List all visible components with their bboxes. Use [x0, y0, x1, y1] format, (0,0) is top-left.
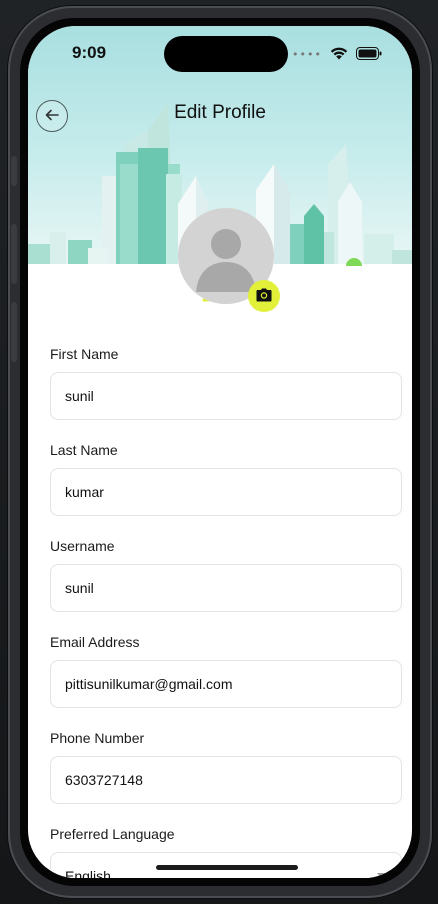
volume-up-button: [11, 224, 17, 284]
phone-bezel: 9:09 •••• Edit Profile First Name sunil …: [20, 18, 420, 886]
first-name-field: First Name sunil: [50, 346, 402, 420]
home-indicator[interactable]: [156, 865, 298, 870]
phone-frame: 9:09 •••• Edit Profile First Name sunil …: [8, 6, 432, 898]
phone-label: Phone Number: [50, 730, 145, 746]
first-name-value: sunil: [65, 388, 94, 404]
username-input[interactable]: sunil: [50, 564, 402, 612]
last-name-value: kumar: [65, 484, 104, 500]
phone-field: Phone Number 6303727148: [50, 730, 402, 804]
username-field: Username sunil: [50, 538, 402, 612]
dynamic-island: [164, 36, 288, 72]
username-value: sunil: [65, 580, 94, 596]
first-name-input[interactable]: sunil: [50, 372, 402, 420]
language-label: Preferred Language: [50, 826, 175, 842]
language-field: Preferred Language English: [50, 826, 402, 878]
profile-avatar-section[interactable]: [176, 206, 286, 316]
camera-icon: [256, 287, 272, 306]
page-title: Edit Profile: [174, 102, 266, 123]
app-screen: 9:09 •••• Edit Profile First Name sunil …: [28, 26, 412, 878]
battery-icon: [356, 45, 382, 64]
last-name-input[interactable]: kumar: [50, 468, 402, 516]
email-input[interactable]: pittisunilkumar@gmail.com: [50, 660, 402, 708]
status-time: 9:09: [72, 43, 107, 62]
email-field: Email Address pittisunilkumar@gmail.com: [50, 634, 402, 708]
phone-input[interactable]: 6303727148: [50, 756, 402, 804]
signal-dots: ••••: [292, 48, 322, 61]
language-value: English: [65, 868, 111, 878]
username-label: Username: [50, 538, 115, 554]
wifi-icon: [330, 45, 348, 64]
email-value: pittisunilkumar@gmail.com: [65, 676, 233, 692]
chevron-down-icon: [377, 873, 387, 878]
change-photo-button[interactable]: [248, 280, 280, 312]
status-icons: ••••: [292, 45, 382, 64]
email-label: Email Address: [50, 634, 140, 650]
volume-down-button: [11, 302, 17, 362]
first-name-label: First Name: [50, 346, 119, 362]
last-name-field: Last Name kumar: [50, 442, 402, 516]
edit-profile-form: First Name sunil Last Name kumar Usernam…: [50, 346, 402, 878]
mute-switch: [11, 156, 17, 186]
phone-value: 6303727148: [65, 772, 143, 788]
last-name-label: Last Name: [50, 442, 118, 458]
